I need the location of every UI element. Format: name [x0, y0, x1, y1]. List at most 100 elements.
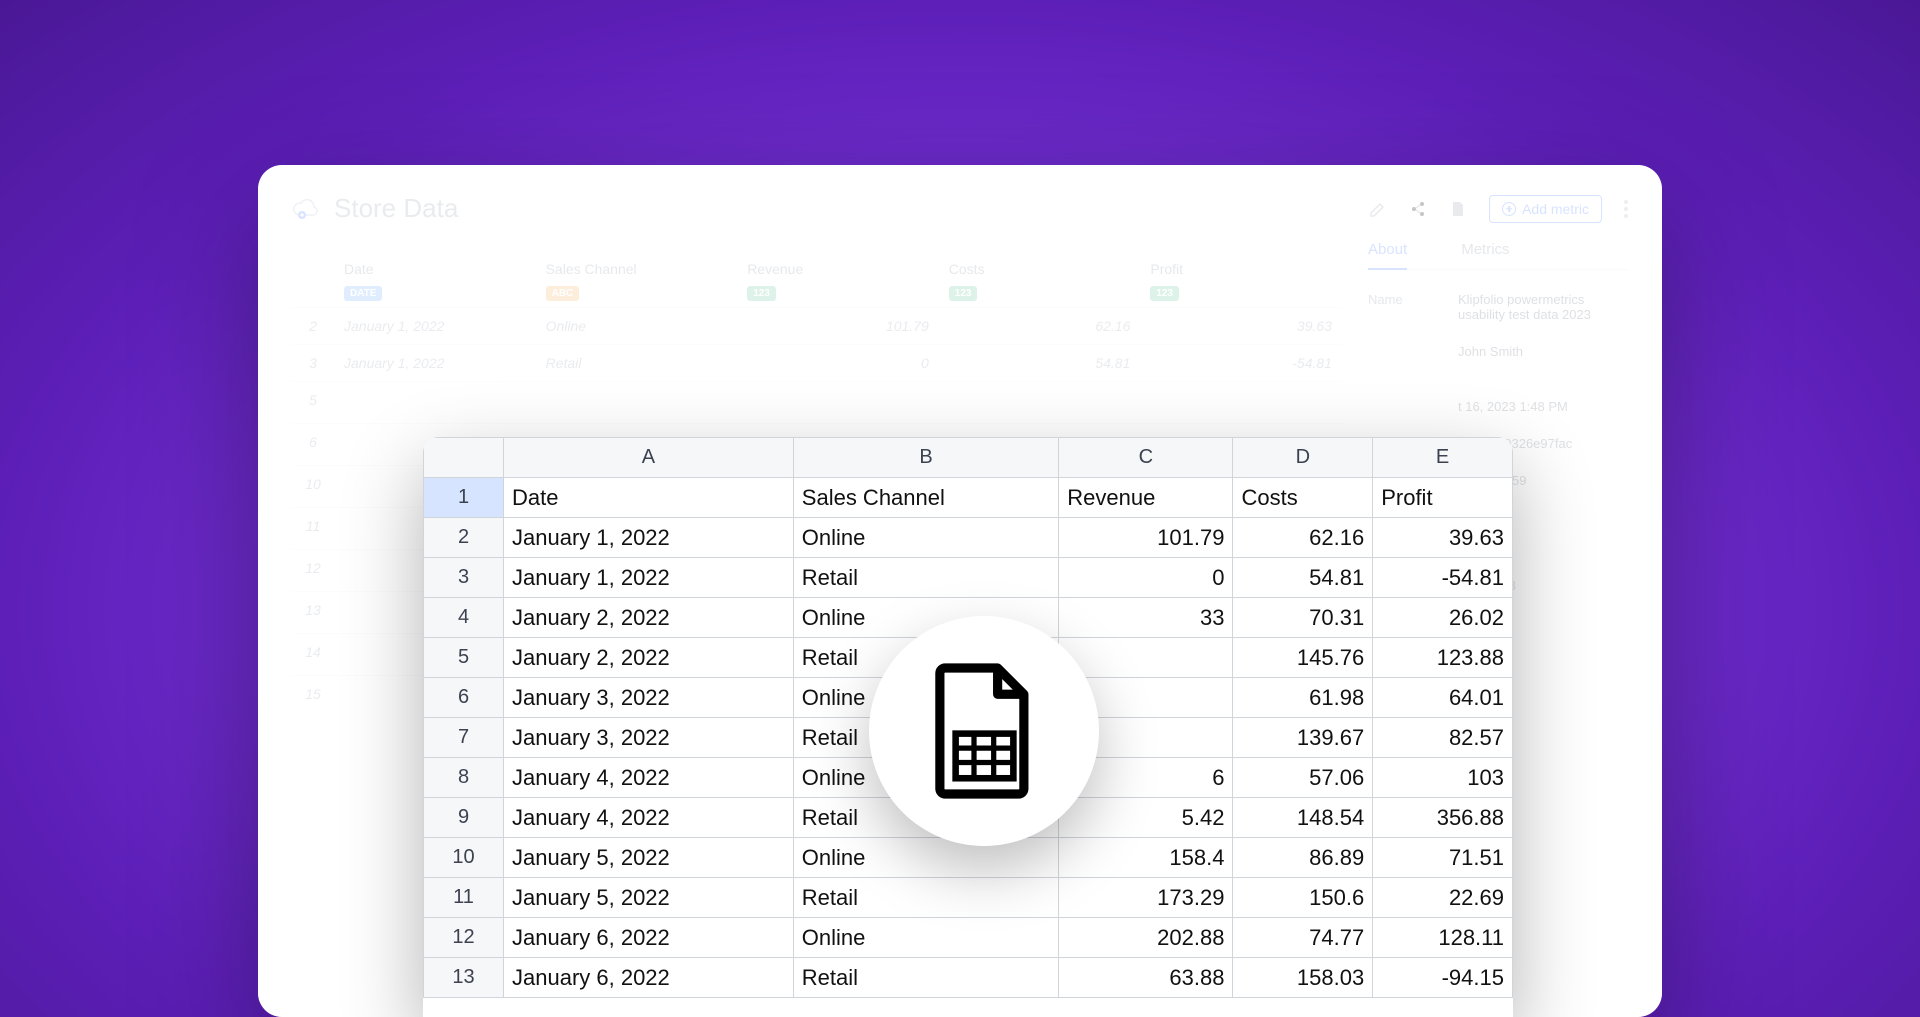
cell[interactable]: 64.01 [1373, 678, 1513, 718]
col-d[interactable]: D [1233, 438, 1373, 478]
cell[interactable]: 74.77 [1233, 918, 1373, 958]
cell[interactable]: -94.15 [1373, 958, 1513, 998]
col-c[interactable]: C [1059, 438, 1233, 478]
cell[interactable]: 123.88 [1373, 638, 1513, 678]
spreadsheet-file-icon [869, 616, 1099, 846]
col-revenue: Revenue [747, 261, 929, 277]
cell[interactable]: 70.31 [1233, 598, 1373, 638]
cell[interactable]: January 5, 2022 [504, 838, 794, 878]
cell[interactable]: January 3, 2022 [504, 678, 794, 718]
row-header[interactable]: 13 [424, 958, 504, 998]
cell[interactable]: January 4, 2022 [504, 798, 794, 838]
cell[interactable]: 158.4 [1059, 838, 1233, 878]
cell[interactable]: 22.69 [1373, 878, 1513, 918]
cell[interactable]: Date [504, 478, 794, 518]
cell[interactable]: 128.11 [1373, 918, 1513, 958]
cell[interactable]: January 2, 2022 [504, 598, 794, 638]
table-row[interactable]: 11January 5, 2022Retail173.29150.622.69 [424, 878, 1513, 918]
cell[interactable]: 86.89 [1233, 838, 1373, 878]
col-e[interactable]: E [1373, 438, 1513, 478]
cell[interactable]: Retail [793, 558, 1058, 598]
cell[interactable]: 145.76 [1233, 638, 1373, 678]
col-header-row: A B C D E [424, 438, 1513, 478]
meta-updated: t 16, 2023 1:48 PM [1458, 399, 1628, 414]
row-header[interactable]: 3 [424, 558, 504, 598]
cell[interactable]: 54.81 [1233, 558, 1373, 598]
cell[interactable]: Retail [793, 958, 1058, 998]
cell[interactable]: 356.88 [1373, 798, 1513, 838]
table-row[interactable]: 2January 1, 2022Online101.7962.1639.63 [424, 518, 1513, 558]
cell[interactable]: 103 [1373, 758, 1513, 798]
cell[interactable]: Retail [793, 878, 1058, 918]
cell[interactable]: Profit [1373, 478, 1513, 518]
add-metric-button[interactable]: Add metric [1489, 195, 1602, 223]
cell[interactable]: Revenue [1059, 478, 1233, 518]
cell[interactable]: 101.79 [1059, 518, 1233, 558]
cell[interactable]: Online [793, 838, 1058, 878]
cell[interactable]: January 1, 2022 [504, 518, 794, 558]
cell[interactable]: 148.54 [1233, 798, 1373, 838]
cell[interactable]: 82.57 [1373, 718, 1513, 758]
table-row: 2January 1, 2022Online101.7962.1639.63 [292, 307, 1342, 344]
row-header[interactable]: 4 [424, 598, 504, 638]
row-header[interactable]: 9 [424, 798, 504, 838]
cell[interactable]: 158.03 [1233, 958, 1373, 998]
table-row[interactable]: 3January 1, 2022Retail054.81-54.81 [424, 558, 1513, 598]
row-header[interactable]: 8 [424, 758, 504, 798]
table-row: 5 [292, 381, 1342, 423]
cell[interactable]: 63.88 [1059, 958, 1233, 998]
page-title: Store Data [334, 193, 458, 224]
meta-name: Klipfolio powermetrics usability test da… [1458, 292, 1628, 322]
cell[interactable]: 33 [1059, 598, 1233, 638]
cell[interactable]: 62.16 [1233, 518, 1373, 558]
cell[interactable]: Online [793, 918, 1058, 958]
cell[interactable]: 71.51 [1373, 838, 1513, 878]
row-header[interactable]: 10 [424, 838, 504, 878]
row-header[interactable]: 6 [424, 678, 504, 718]
more-menu-button[interactable] [1624, 200, 1628, 218]
cell[interactable]: January 3, 2022 [504, 718, 794, 758]
cell[interactable]: January 6, 2022 [504, 918, 794, 958]
cell[interactable]: January 2, 2022 [504, 638, 794, 678]
table-row[interactable]: 1DateSales ChannelRevenueCostsProfit [424, 478, 1513, 518]
col-a[interactable]: A [504, 438, 794, 478]
cell[interactable]: Online [793, 518, 1058, 558]
col-b[interactable]: B [793, 438, 1058, 478]
tab-metrics[interactable]: Metrics [1461, 241, 1509, 269]
row-header[interactable]: 5 [424, 638, 504, 678]
edit-icon[interactable] [1369, 200, 1387, 218]
cell[interactable]: January 6, 2022 [504, 958, 794, 998]
cell[interactable] [1059, 638, 1233, 678]
cell[interactable]: 5.42 [1059, 798, 1233, 838]
cell[interactable]: 139.67 [1233, 718, 1373, 758]
cell[interactable]: January 5, 2022 [504, 878, 794, 918]
share-icon[interactable] [1409, 200, 1427, 218]
cell[interactable]: 26.02 [1373, 598, 1513, 638]
corner-cell[interactable] [424, 438, 504, 478]
cell[interactable]: January 1, 2022 [504, 558, 794, 598]
cell[interactable]: 61.98 [1233, 678, 1373, 718]
tab-about[interactable]: About [1368, 241, 1407, 270]
cell[interactable]: Sales Channel [793, 478, 1058, 518]
row-header[interactable]: 7 [424, 718, 504, 758]
plus-circle-icon [1502, 202, 1516, 216]
row-header[interactable]: 11 [424, 878, 504, 918]
cell[interactable]: 173.29 [1059, 878, 1233, 918]
cell[interactable]: January 4, 2022 [504, 758, 794, 798]
table-row[interactable]: 12January 6, 2022Online202.8874.77128.11 [424, 918, 1513, 958]
cell[interactable]: 0 [1059, 558, 1233, 598]
cell[interactable]: 202.88 [1059, 918, 1233, 958]
cell[interactable]: Costs [1233, 478, 1373, 518]
table-row[interactable]: 13January 6, 2022Retail63.88158.03-94.15 [424, 958, 1513, 998]
col-profit: Profit [1150, 261, 1332, 277]
row-header[interactable]: 12 [424, 918, 504, 958]
cell[interactable]: 57.06 [1233, 758, 1373, 798]
cell[interactable]: 39.63 [1373, 518, 1513, 558]
row-header[interactable]: 2 [424, 518, 504, 558]
cell[interactable]: 150.6 [1233, 878, 1373, 918]
header-actions: Add metric [1369, 195, 1628, 223]
document-icon[interactable] [1449, 200, 1467, 218]
row-header[interactable]: 1 [424, 478, 504, 518]
cell[interactable]: -54.81 [1373, 558, 1513, 598]
app-header: Store Data Add metric [292, 193, 1628, 224]
